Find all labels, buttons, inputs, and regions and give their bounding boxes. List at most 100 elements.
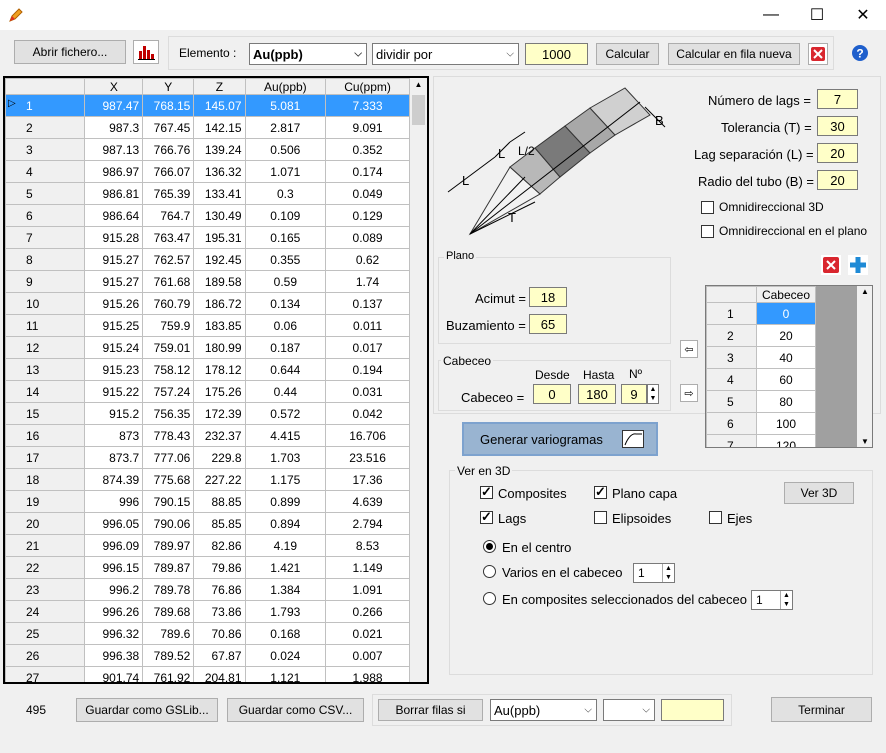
pitch-value-cell[interactable]: 20 (756, 324, 816, 347)
row-header[interactable]: 7 (5, 226, 86, 249)
table-row[interactable]: 24 996.26 789.68 73.86 1.793 0.266 (5, 600, 410, 623)
list-item[interactable]: 6 100 (706, 412, 816, 435)
selected-composites-radio[interactable] (483, 592, 496, 605)
row-header[interactable]: 14 (5, 380, 86, 403)
grid-cell[interactable]: 0.59 (244, 270, 327, 293)
pitch-row-header[interactable]: 5 (706, 390, 757, 413)
grid-cell[interactable]: 145.07 (193, 94, 246, 117)
grid-cell[interactable]: 0.62 (325, 248, 410, 271)
grid-cell[interactable]: 996.38 (84, 644, 144, 667)
grid-cell[interactable]: 183.85 (193, 314, 246, 337)
grid-cell[interactable]: 0.266 (325, 600, 410, 623)
grid-cell[interactable]: 0.355 (244, 248, 327, 271)
grid-cell[interactable]: 2.817 (244, 116, 327, 139)
grid-cell[interactable]: 88.85 (193, 490, 246, 513)
grid-cell[interactable]: 767.45 (142, 116, 195, 139)
plano-capa-checkbox[interactable] (594, 484, 607, 500)
grid-cell[interactable]: 23.516 (325, 446, 410, 469)
pitch-value-cell[interactable]: 0 (756, 302, 816, 325)
grid-cell[interactable]: 5.081 (244, 94, 327, 117)
minimize-button[interactable]: — (748, 0, 794, 30)
grid-cell[interactable]: 229.8 (193, 446, 246, 469)
grid-cell[interactable]: 82.86 (193, 534, 246, 557)
grid-cell[interactable]: 987.13 (84, 138, 144, 161)
grid-cell[interactable]: 760.79 (142, 292, 195, 315)
grid-cell[interactable]: 17.36 (325, 468, 410, 491)
list-item[interactable]: 7 120 (706, 434, 816, 447)
grid-cell[interactable]: 180.99 (193, 336, 246, 359)
grid-cell[interactable]: 758.12 (142, 358, 195, 381)
pitch-value-cell[interactable]: 60 (756, 368, 816, 391)
histogram-button[interactable] (133, 40, 159, 64)
grid-cell[interactable]: 204.81 (193, 666, 246, 682)
grid-cell[interactable]: 1.703 (244, 446, 327, 469)
grid-cell[interactable]: 986.97 (84, 160, 144, 183)
grid-cell[interactable]: 789.6 (142, 622, 195, 645)
operation-select[interactable]: dividir por ⌵ (372, 43, 519, 65)
several-pitch-spinner[interactable]: 1 ▲ ▼ (633, 563, 675, 583)
cabeceo-n-spinner[interactable]: ▲ ▼ (647, 384, 659, 404)
move-right-button[interactable]: ⇨ (680, 384, 698, 402)
grid-cell[interactable]: 789.87 (142, 556, 195, 579)
grid-cell[interactable]: 777.06 (142, 446, 195, 469)
composites-checkbox[interactable] (480, 484, 493, 500)
row-header[interactable]: 16 (5, 424, 86, 447)
column-header[interactable]: X (84, 78, 144, 95)
dip-input[interactable]: 65 (529, 314, 567, 334)
grid-cell[interactable]: 172.39 (193, 402, 246, 425)
grid-cell[interactable]: 133.41 (193, 182, 246, 205)
list-item[interactable]: 3 40 (706, 346, 816, 369)
spin-up-icon[interactable]: ▲ (665, 565, 672, 572)
table-row[interactable]: 20 996.05 790.06 85.85 0.894 2.794 (5, 512, 410, 535)
row-header[interactable]: 27 (5, 666, 86, 682)
factor-input[interactable]: 1000 (525, 43, 588, 65)
spin-down-icon[interactable]: ▼ (650, 395, 657, 402)
table-row[interactable]: 17 873.7 777.06 229.8 1.703 23.516 (5, 446, 410, 469)
grid-cell[interactable]: 759.9 (142, 314, 195, 337)
data-grid[interactable]: X Y Z Au(ppb) Cu(ppm) ▷ 1 987.47 768.15 145.07 5.… (3, 76, 429, 684)
cabeceo-to-input[interactable]: 180 (578, 384, 616, 404)
spin-down-icon[interactable]: ▼ (665, 574, 672, 581)
row-header[interactable]: 21 (5, 534, 86, 557)
pitch-row-header[interactable]: 7 (706, 434, 757, 447)
pitch-row-header[interactable]: 4 (706, 368, 757, 391)
row-header[interactable]: 23 (5, 578, 86, 601)
grid-cell[interactable]: 873 (84, 424, 144, 447)
row-header[interactable]: 9 (5, 270, 86, 293)
grid-cell[interactable]: 1.421 (244, 556, 327, 579)
table-row[interactable]: 16 873 778.43 232.37 4.415 16.706 (5, 424, 410, 447)
lags-input[interactable]: 7 (817, 89, 858, 109)
save-gslib-button[interactable]: Guardar como GSLib... (76, 698, 218, 722)
grid-cell[interactable]: 1.121 (244, 666, 327, 682)
table-row[interactable]: 2 987.3 767.45 142.15 2.817 9.091 (5, 116, 410, 139)
cabeceo-from-input[interactable]: 0 (533, 384, 571, 404)
grid-cell[interactable]: 757.24 (142, 380, 195, 403)
pitch-scrollbar[interactable]: ▲ ▼ (857, 286, 872, 447)
grid-cell[interactable]: 0.137 (325, 292, 410, 315)
grid-cell[interactable]: 915.24 (84, 336, 144, 359)
grid-cell[interactable]: 0.174 (325, 160, 410, 183)
grid-cell[interactable]: 0.165 (244, 226, 327, 249)
table-row[interactable]: 12 915.24 759.01 180.99 0.187 0.017 (5, 336, 410, 359)
list-item[interactable]: 10 (706, 302, 816, 325)
grid-cell[interactable]: 76.86 (193, 578, 246, 601)
table-row[interactable]: 23 996.2 789.78 76.86 1.384 1.091 (5, 578, 410, 601)
grid-cell[interactable]: 227.22 (193, 468, 246, 491)
table-row[interactable]: 26 996.38 789.52 67.87 0.024 0.007 (5, 644, 410, 667)
generate-variograms-button[interactable]: Generar variogramas (462, 422, 658, 456)
grid-cell[interactable]: 70.86 (193, 622, 246, 645)
grid-cell[interactable]: 915.22 (84, 380, 144, 403)
grid-cell[interactable]: 0.021 (325, 622, 410, 645)
row-header[interactable]: 6 (5, 204, 86, 227)
grid-cell[interactable]: 763.47 (142, 226, 195, 249)
grid-cell[interactable]: 189.58 (193, 270, 246, 293)
table-row[interactable]: 8 915.27 762.57 192.45 0.355 0.62 (5, 248, 410, 271)
grid-cell[interactable]: 0.194 (325, 358, 410, 381)
lags-checkbox[interactable] (480, 509, 493, 525)
table-row[interactable]: ▷ 1 987.47 768.15 145.07 5.081 7.333 (5, 94, 410, 117)
pitch-value-cell[interactable]: 80 (756, 390, 816, 413)
table-row[interactable]: 27 901.74 761.92 204.81 1.121 1.988 (5, 666, 410, 682)
row-header[interactable]: 22 (5, 556, 86, 579)
grid-cell[interactable]: 232.37 (193, 424, 246, 447)
row-header[interactable]: 5 (5, 182, 86, 205)
